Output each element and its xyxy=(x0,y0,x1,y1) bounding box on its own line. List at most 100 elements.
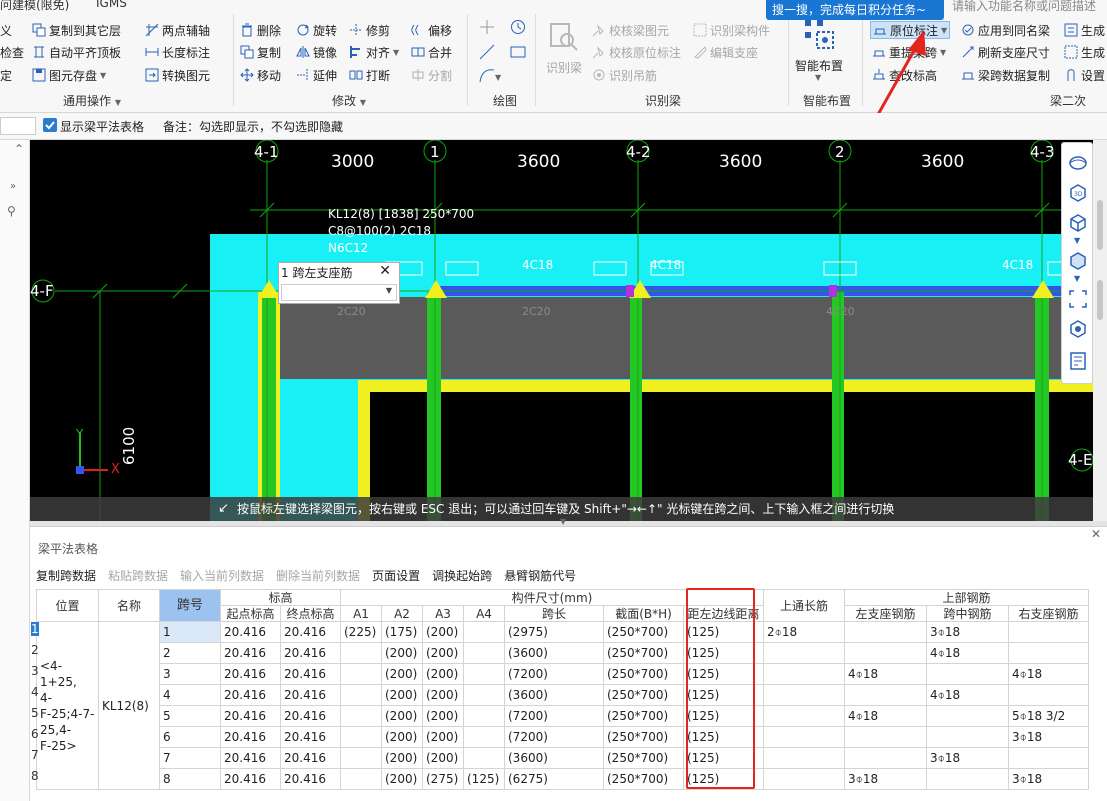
copy-to-other-floor-button[interactable]: 复制到其它层 xyxy=(32,21,121,39)
cell-a2[interactable]: (200) xyxy=(381,663,423,685)
cell-a3[interactable]: (200) xyxy=(422,663,464,685)
scroll-thumb[interactable] xyxy=(1097,280,1103,320)
function-search-input[interactable]: 请输入功能名称或问题描述 xyxy=(952,0,1107,14)
globe-view-icon[interactable] xyxy=(1068,153,1088,173)
cell-end-elevation[interactable]: 20.416 xyxy=(280,726,341,748)
align-button[interactable]: 对齐 ▼ xyxy=(349,43,399,61)
table-row[interactable]: 2 20.416 20.416 (200) (200) (3600) (250*700) (1… xyxy=(37,642,1089,664)
cell-section[interactable]: (250*700) xyxy=(603,747,684,769)
copy-button[interactable]: 复制 xyxy=(240,43,281,61)
clock-icon[interactable] xyxy=(509,18,527,36)
cell-mid-span[interactable] xyxy=(926,726,1009,748)
right-scrollbar[interactable] xyxy=(1093,140,1107,521)
cell-start-elevation[interactable]: 20.416 xyxy=(220,684,281,706)
split-button[interactable]: 分割 xyxy=(411,66,452,84)
cell-start-elevation[interactable]: 20.416 xyxy=(220,705,281,727)
cell-span-length[interactable]: (3600) xyxy=(504,684,604,706)
chevron-down-icon[interactable]: ▼ xyxy=(1074,274,1080,283)
check-in-situ-button[interactable]: 校核原位标注 xyxy=(592,43,681,61)
settings-button[interactable]: 设置 xyxy=(1064,66,1105,84)
table-row[interactable]: 5 20.416 20.416 (200) (200) (7200) (250*700) (1… xyxy=(37,705,1089,727)
mirror-button[interactable]: 镜像 xyxy=(296,43,337,61)
cell-section[interactable]: (250*700) xyxy=(603,684,684,706)
cell-right-support[interactable] xyxy=(1008,747,1089,769)
cell-section[interactable]: (250*700) xyxy=(603,726,684,748)
cell-top-through[interactable]: 2⌽18 xyxy=(763,621,845,643)
cell-end-elevation[interactable]: 20.416 xyxy=(280,642,341,664)
copy-span-data-button[interactable]: 梁跨数据复制 xyxy=(961,66,1050,84)
support-rebar-popup[interactable]: 1 跨左支座筋 ✕ ▼ xyxy=(278,262,400,304)
cell-section[interactable]: (250*700) xyxy=(603,768,684,790)
cell-span-no[interactable]: 3 xyxy=(159,663,221,685)
close-icon[interactable]: ✕ xyxy=(379,263,391,279)
cell-right-support[interactable]: 3⌽18 xyxy=(1008,768,1089,790)
edit-support-button[interactable]: 编辑支座 xyxy=(693,43,758,61)
extend-button[interactable]: 延伸 xyxy=(296,66,337,84)
table-row[interactable]: 8 20.416 20.416 (200) (275) (125) (6275) (250*7… xyxy=(37,768,1089,790)
cube-view-icon[interactable] xyxy=(1068,213,1088,233)
cell-a1[interactable] xyxy=(340,684,382,706)
cell-a1[interactable] xyxy=(340,726,382,748)
cell-span-length[interactable]: (6275) xyxy=(504,768,604,790)
row-number[interactable]: 4 xyxy=(31,685,39,699)
cell-span-no[interactable]: 4 xyxy=(159,684,221,706)
cell-a2[interactable]: (200) xyxy=(381,768,423,790)
cell-top-through[interactable] xyxy=(763,768,845,790)
cell-right-support[interactable] xyxy=(1008,642,1089,664)
cell-a2[interactable]: (175) xyxy=(381,621,423,643)
row-number[interactable]: 1 xyxy=(31,622,39,636)
copy-span-data-button[interactable]: 复制跨数据 xyxy=(36,567,96,584)
offset-button[interactable]: 偏移 xyxy=(411,21,452,39)
cell-span-length[interactable]: (3600) xyxy=(504,642,604,664)
generate-button-2[interactable]: 生成 xyxy=(1064,43,1105,61)
rotate-button[interactable]: 旋转 xyxy=(296,21,337,39)
cell-a3[interactable]: (200) xyxy=(422,705,464,727)
cell-a1[interactable] xyxy=(340,747,382,769)
delete-column-data-button[interactable]: 删除当前列数据 xyxy=(276,567,360,584)
igms-tab[interactable]: IGMS xyxy=(96,0,127,10)
chevron-down-icon[interactable]: ▼ xyxy=(1074,236,1080,245)
scroll-thumb[interactable] xyxy=(1097,200,1103,250)
cell-a4[interactable] xyxy=(463,726,505,748)
input-column-data-button[interactable]: 输入当前列数据 xyxy=(180,567,264,584)
expand-icon[interactable]: » xyxy=(10,181,16,192)
ribbon-cut-item-2[interactable]: 检查 xyxy=(0,43,24,61)
cell-section[interactable]: (250*700) xyxy=(603,621,684,643)
cell-left-support[interactable] xyxy=(844,642,927,664)
cell-top-through[interactable] xyxy=(763,705,845,727)
ribbon-cut-item-3[interactable]: 定 xyxy=(0,66,12,84)
cell-top-through[interactable] xyxy=(763,642,845,664)
top-rebar-label-2[interactable]: 4C18 xyxy=(650,258,681,272)
refresh-support-size-button[interactable]: 刷新支座尺寸 xyxy=(961,43,1050,61)
cell-top-through[interactable] xyxy=(763,747,845,769)
cell-a1[interactable]: (225) xyxy=(340,621,382,643)
cell-a4[interactable] xyxy=(463,621,505,643)
fit-view-icon[interactable] xyxy=(1068,289,1088,309)
rectangle-draw-icon[interactable] xyxy=(509,43,527,61)
table-row[interactable]: 6 20.416 20.416 (200) (200) (7200) (250*700) (1… xyxy=(37,726,1089,748)
cell-end-elevation[interactable]: 20.416 xyxy=(280,621,341,643)
drawing-canvas[interactable]: 4-1 1 4-2 2 4-3 3000 3600 3600 3600 4-F … xyxy=(30,140,1093,521)
cell-start-elevation[interactable]: 20.416 xyxy=(220,663,281,685)
show-beam-table-checkbox[interactable] xyxy=(43,118,57,132)
cell-a1[interactable] xyxy=(340,663,382,685)
cell-span-no[interactable]: 8 xyxy=(159,768,221,790)
swap-start-span-button[interactable]: 调换起始跨 xyxy=(432,567,492,584)
point-draw-icon[interactable] xyxy=(478,18,496,36)
cell-section[interactable]: (250*700) xyxy=(603,642,684,664)
break-button[interactable]: 打断 xyxy=(349,66,390,84)
group-label-general[interactable]: 通用操作 ▼ xyxy=(63,92,121,109)
paste-span-data-button[interactable]: 粘贴跨数据 xyxy=(108,567,168,584)
cell-section[interactable]: (250*700) xyxy=(603,705,684,727)
cell-left-support[interactable] xyxy=(844,726,927,748)
identify-beam-button[interactable]: 识别梁 xyxy=(546,58,582,76)
generate-button-1[interactable]: 生成 xyxy=(1064,21,1105,39)
cell-left-support[interactable]: 4⌽18 xyxy=(844,663,927,685)
cell-section[interactable]: (250*700) xyxy=(603,663,684,685)
cell-end-elevation[interactable]: 20.416 xyxy=(280,684,341,706)
cell-a4[interactable] xyxy=(463,705,505,727)
cell-end-elevation[interactable]: 20.416 xyxy=(280,747,341,769)
row-number[interactable]: 3 xyxy=(31,664,39,678)
chevron-down-icon[interactable]: ▼ xyxy=(386,286,392,295)
cell-mid-span[interactable]: 4⌽18 xyxy=(926,684,1009,706)
